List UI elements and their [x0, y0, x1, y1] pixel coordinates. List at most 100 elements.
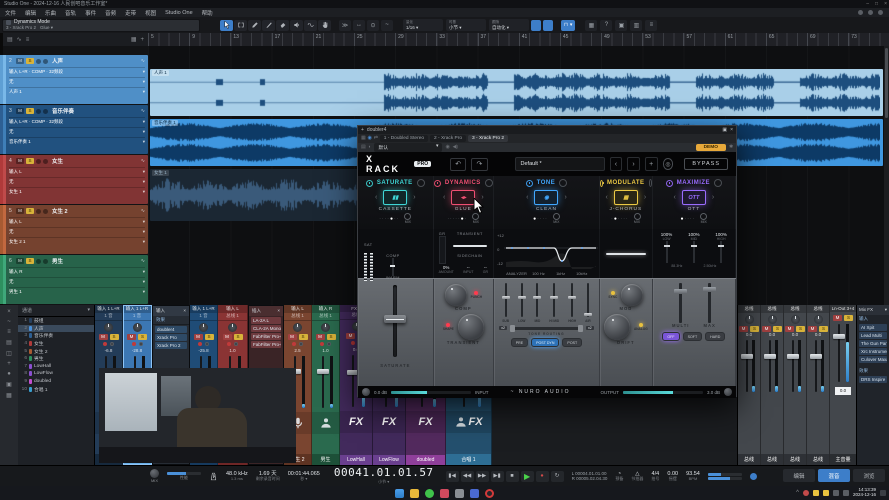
monitor-button[interactable] [299, 342, 303, 346]
clip-mode-button[interactable]: HARD [705, 332, 725, 341]
toggle-a-button[interactable] [531, 20, 541, 31]
module-next-button[interactable]: › [644, 194, 646, 201]
insert-slot[interactable]: Xrack Pro [155, 334, 187, 341]
screenshot-app-icon[interactable] [455, 489, 464, 498]
monitor-button[interactable] [234, 342, 238, 346]
loop-button[interactable]: ↻ [551, 471, 564, 482]
view-button[interactable]: 编辑 [783, 469, 815, 482]
track-input-line[interactable]: 输入 R [9, 269, 23, 275]
channel-name-bar[interactable]: 总线 [807, 454, 829, 465]
record-arm-button[interactable] [292, 342, 296, 346]
panel-icon[interactable]: ▣ [615, 20, 627, 31]
audio-clip-vocal[interactable]: 人声 1 [150, 69, 883, 116]
module-power-button[interactable] [600, 180, 603, 187]
module-effect-icon[interactable]: ▦ [614, 190, 638, 205]
channel-list-row[interactable]: 8 LowFlow [18, 370, 94, 378]
plugin-close-icon[interactable]: × [730, 127, 733, 133]
module-pagination[interactable]: ●···· [533, 216, 548, 222]
eq-band-slider[interactable] [505, 283, 507, 317]
solo-button[interactable]: S [234, 334, 243, 340]
play-button[interactable]: ▶ [521, 471, 534, 482]
plugin-tab[interactable]: 3 - Xrack Pro 2 [468, 135, 508, 142]
strip-input[interactable]: 总线 [807, 305, 829, 313]
metronome-icon[interactable] [209, 471, 218, 482]
track-solo-button[interactable]: S [26, 158, 34, 164]
track-header[interactable]: 6 M S 男生 ∿ 输入 R▾ 无▾ 男生 1▾ [3, 255, 148, 304]
plugin-power-icon[interactable]: ◉ [368, 136, 372, 141]
inspector-icon[interactable]: ▦ [585, 20, 597, 31]
menu-item[interactable]: 帮助 [202, 9, 213, 17]
wechat-icon[interactable] [425, 489, 434, 498]
plugin-pin-icon[interactable]: ▣ [722, 127, 727, 133]
strip-input[interactable]: 输入 1 L+R [95, 305, 122, 313]
channel-name-bar[interactable]: LowHall [340, 455, 372, 465]
close-panel-icon[interactable]: × [277, 308, 280, 314]
track-mute-button[interactable]: M [16, 158, 24, 164]
range-tool[interactable] [234, 20, 247, 31]
module-pagination[interactable]: ●···· [681, 216, 696, 222]
ime-icon[interactable] [813, 490, 819, 496]
module-small-knob[interactable] [553, 213, 560, 220]
mixer-strip[interactable]: 输入 R 总线 1 MS 1.0 FX 男生 [312, 305, 340, 465]
module-pagination[interactable]: ·●···· [611, 216, 628, 222]
channel-name-bar[interactable]: 男生 [312, 454, 339, 465]
module-small-knob[interactable] [700, 213, 707, 220]
record-arm-button[interactable] [320, 342, 324, 346]
solo-button[interactable]: S [299, 334, 308, 340]
meter-toggle[interactable] [750, 473, 757, 480]
forward-button[interactable]: ▶▶ [476, 471, 489, 482]
track-monitor-button[interactable] [43, 209, 48, 214]
main-mute-button[interactable]: M [833, 315, 842, 321]
preset-next-button[interactable]: › [627, 157, 640, 171]
channel-list-row[interactable]: 5 女生 2 [18, 347, 94, 355]
module-mix-knob[interactable] [649, 179, 652, 187]
pan-knob[interactable] [293, 323, 302, 332]
channel-name-bar[interactable]: LowFlow [373, 455, 405, 465]
saturate-fader[interactable] [358, 279, 433, 363]
track-input-line[interactable]: 输入 L+R · COMP · 32频段 [9, 69, 63, 75]
pan-knob[interactable] [199, 323, 208, 332]
record-arm-button[interactable] [351, 341, 355, 345]
pan-knob[interactable] [791, 315, 800, 324]
track-insert-slot[interactable]: 无 [9, 279, 14, 285]
output-gain-knob[interactable] [724, 388, 732, 396]
module-mix-knob[interactable] [714, 179, 722, 187]
mixer-strip[interactable]: 总线 MS 0.0 总线 [807, 305, 830, 465]
module-power-button[interactable] [526, 180, 533, 187]
track-record-button[interactable] [36, 259, 41, 264]
close-button[interactable]: × [884, 0, 887, 8]
pencil-tool[interactable] [248, 20, 261, 31]
mute-button[interactable]: M [223, 334, 232, 340]
menu-item[interactable]: 编辑 [25, 9, 36, 17]
mod-knob[interactable] [621, 284, 643, 306]
list-icon[interactable]: ≡ [645, 20, 657, 31]
track-solo-button[interactable]: S [26, 108, 34, 114]
arrange-scrollbar[interactable] [884, 46, 889, 305]
loop-start-time[interactable]: 00004.01.01.00 [575, 471, 606, 476]
band-level-slider[interactable] [693, 241, 695, 263]
module-mix-knob[interactable] [417, 179, 425, 187]
track-record-button[interactable] [36, 159, 41, 164]
transient-slider[interactable] [453, 245, 487, 247]
snap-button[interactable]: ⊓▾ [561, 20, 575, 31]
start-button[interactable] [395, 489, 404, 498]
host-listen-icon[interactable]: ◀) [453, 145, 458, 150]
channel-list-row[interactable]: 2 人声 [18, 325, 94, 333]
track-insert-slot[interactable]: 无 [9, 129, 14, 135]
menu-item[interactable]: 视图 [145, 9, 156, 17]
track-layer[interactable]: 女生 1 [9, 189, 22, 195]
strip-input[interactable]: 输入 R [312, 305, 339, 313]
preset-add-button[interactable]: + [645, 157, 658, 171]
module-next-button[interactable]: › [564, 194, 566, 201]
insert-slot[interactable]: FabFilter Pro-Q 3 [251, 341, 281, 348]
channel-list-row[interactable]: 10 合唱 1 [18, 385, 94, 393]
track-input-line[interactable]: 输入 L+R · COMP · 32频段 [9, 119, 63, 125]
eq-band-slider[interactable] [521, 283, 523, 317]
pan-knob[interactable] [814, 315, 823, 324]
loop-end-time[interactable]: 00005.02.04.30 [576, 476, 607, 481]
monitor-button[interactable] [327, 342, 331, 346]
track-solo-button[interactable]: S [26, 258, 34, 264]
module-effect-icon[interactable]: ◂▸ [451, 190, 475, 205]
routing-button[interactable]: POST DYN [531, 338, 559, 347]
plugin-tab[interactable]: 1 - Doubled Stereo [380, 135, 428, 142]
